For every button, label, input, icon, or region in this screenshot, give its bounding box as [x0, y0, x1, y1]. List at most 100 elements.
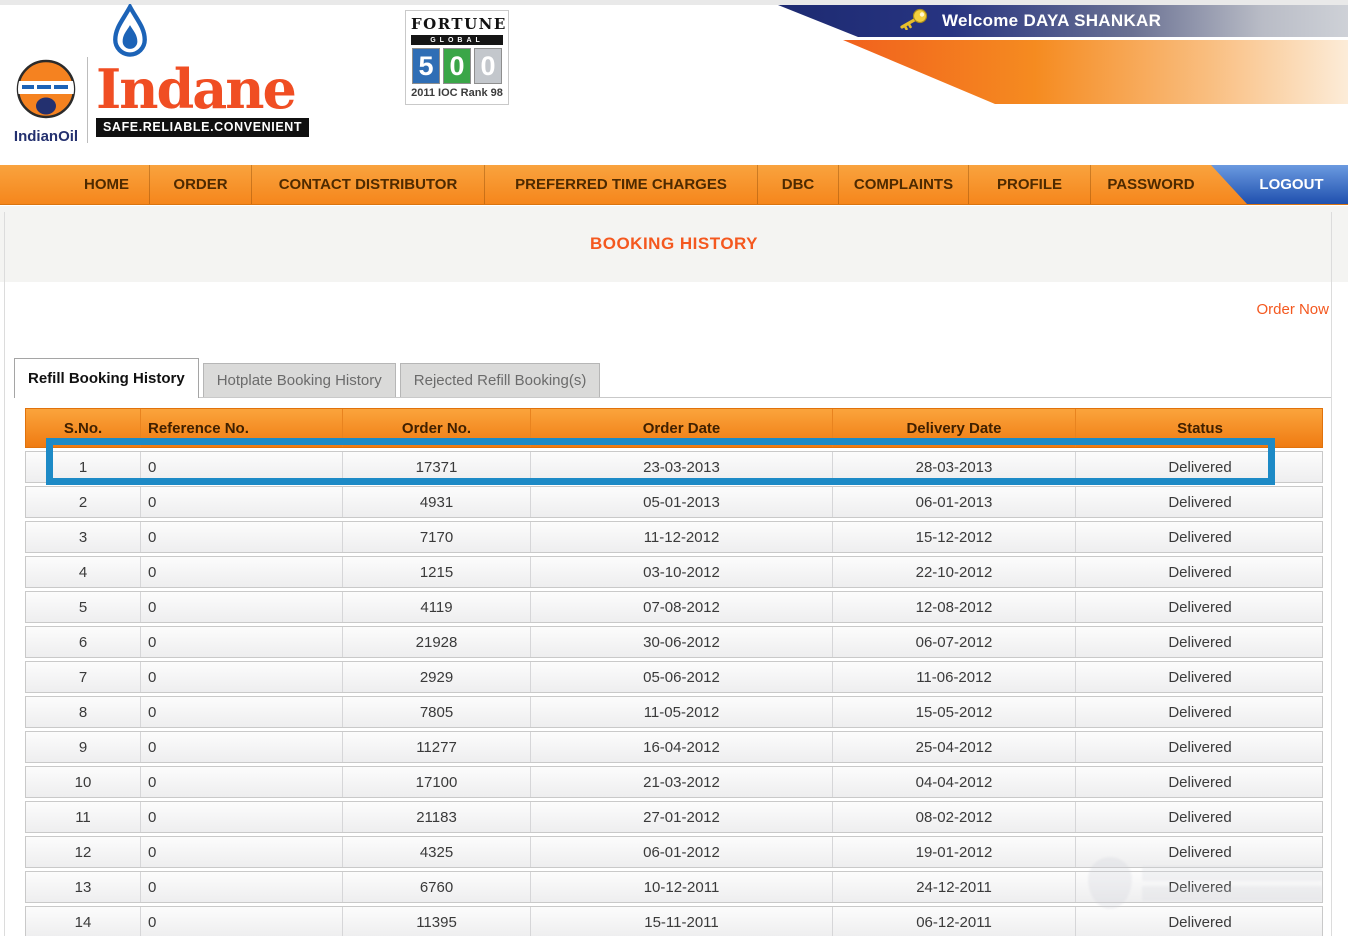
table-cell: 14	[26, 907, 141, 936]
fortune-title: FORTUNE	[411, 15, 503, 33]
table-cell: 0	[141, 767, 343, 797]
column-header: Delivery Date	[833, 409, 1076, 447]
nav-item-dbc[interactable]: DBC	[758, 165, 839, 204]
nav-item-profile[interactable]: PROFILE	[969, 165, 1091, 204]
title-band: BOOKING HISTORY	[0, 206, 1348, 282]
indane-wordmark: Indane	[96, 65, 309, 115]
nav-item-logout[interactable]: LOGOUT	[1211, 165, 1348, 204]
table-row: 901127716-04-201225-04-2012Delivered	[25, 731, 1323, 763]
table-cell: Delivered	[1076, 452, 1324, 482]
table-cell: 11-06-2012	[833, 662, 1076, 692]
table-cell: 0	[141, 627, 343, 657]
table-cell: 05-01-2013	[531, 487, 833, 517]
table-row: 602192830-06-201206-07-2012Delivered	[25, 626, 1323, 658]
table-cell: 03-10-2012	[531, 557, 833, 587]
fortune-digits: 5 0 0	[411, 48, 503, 84]
table-body: 101737123-03-201328-03-2013Delivered2049…	[25, 451, 1323, 936]
logo-divider	[87, 57, 88, 143]
table-cell: 21183	[343, 802, 531, 832]
table-row: 120432506-01-201219-01-2012Delivered	[25, 836, 1323, 868]
nav-item-contact-distributor[interactable]: CONTACT DISTRIBUTOR	[252, 165, 485, 204]
table-cell: 0	[141, 662, 343, 692]
table-cell: 1	[26, 452, 141, 482]
table-row: 30717011-12-201215-12-2012Delivered	[25, 521, 1323, 553]
table-cell: 0	[141, 802, 343, 832]
fortune-digit: 5	[412, 48, 440, 84]
column-header: Status	[1076, 409, 1324, 447]
table-cell: 06-07-2012	[833, 627, 1076, 657]
flame-icon	[104, 4, 309, 65]
table-row: 20493105-01-201306-01-2013Delivered	[25, 486, 1323, 518]
indianoil-label: IndianOil	[13, 128, 79, 145]
table-cell: 0	[141, 872, 343, 902]
table-cell: 3	[26, 522, 141, 552]
table-cell: 0	[141, 522, 343, 552]
table-cell: 08-02-2012	[833, 802, 1076, 832]
table-cell: 2	[26, 487, 141, 517]
table-cell: 30-06-2012	[531, 627, 833, 657]
table-cell: Delivered	[1076, 627, 1324, 657]
nav-item-order[interactable]: ORDER	[150, 165, 252, 204]
page: Welcome DAYA SHANKAR IndianOil Indane SA…	[0, 0, 1348, 936]
table-cell: 0	[141, 837, 343, 867]
table-cell: 1215	[343, 557, 531, 587]
table-cell: Delivered	[1076, 837, 1324, 867]
table-cell: 12-08-2012	[833, 592, 1076, 622]
tab-hotplate-booking-history[interactable]: Hotplate Booking History	[203, 363, 396, 397]
nav-item-password[interactable]: PASSWORD	[1091, 165, 1211, 204]
table-row: 40121503-10-201222-10-2012Delivered	[25, 556, 1323, 588]
indianoil-logo: IndianOil	[13, 57, 79, 145]
table-cell: 16-04-2012	[531, 732, 833, 762]
tab-refill-booking-history[interactable]: Refill Booking History	[14, 358, 199, 398]
column-header: Order Date	[531, 409, 833, 447]
table-cell: 0	[141, 557, 343, 587]
table-cell: 15-11-2011	[531, 907, 833, 936]
table-cell: Delivered	[1076, 662, 1324, 692]
table-cell: Delivered	[1076, 802, 1324, 832]
table-cell: 15-05-2012	[833, 697, 1076, 727]
table-cell: Delivered	[1076, 522, 1324, 552]
table-cell: 7170	[343, 522, 531, 552]
table-row: 130676010-12-201124-12-2011Delivered	[25, 871, 1323, 903]
table-cell: 8	[26, 697, 141, 727]
table-row: 101737123-03-201328-03-2013Delivered	[25, 451, 1323, 483]
table-cell: 07-08-2012	[531, 592, 833, 622]
order-now-link[interactable]: Order Now	[1256, 301, 1329, 318]
table-cell: 12	[26, 837, 141, 867]
booking-history-table: S.No.Reference No.Order No.Order DateDel…	[25, 408, 1323, 936]
table-cell: 11-05-2012	[531, 697, 833, 727]
table-cell: Delivered	[1076, 557, 1324, 587]
table-cell: 28-03-2013	[833, 452, 1076, 482]
table-cell: 11395	[343, 907, 531, 936]
table-cell: 6760	[343, 872, 531, 902]
welcome-text: Welcome DAYA SHANKAR	[942, 11, 1161, 31]
table-cell: 23-03-2013	[531, 452, 833, 482]
table-cell: 7	[26, 662, 141, 692]
table-row: 1102118327-01-201208-02-2012Delivered	[25, 801, 1323, 833]
table-cell: 21-03-2012	[531, 767, 833, 797]
table-cell: Delivered	[1076, 697, 1324, 727]
table-cell: 7805	[343, 697, 531, 727]
column-header: Reference No.	[141, 409, 343, 447]
table-cell: 4119	[343, 592, 531, 622]
table-cell: 06-12-2011	[833, 907, 1076, 936]
key-icon	[896, 8, 930, 35]
fortune-rank: 2011 IOC Rank 98	[411, 87, 503, 99]
orange-swoosh	[843, 40, 1348, 104]
table-cell: 19-01-2012	[833, 837, 1076, 867]
table-cell: Delivered	[1076, 767, 1324, 797]
indianoil-roundel-icon	[14, 57, 78, 121]
table-cell: 21928	[343, 627, 531, 657]
fortune-global-bar: GLOBAL	[411, 35, 503, 45]
table-cell: 24-12-2011	[833, 872, 1076, 902]
table-cell: 2929	[343, 662, 531, 692]
indane-tagline: SAFE.RELIABLE.CONVENIENT	[96, 118, 309, 137]
table-cell: 06-01-2013	[833, 487, 1076, 517]
table-cell: 0	[141, 592, 343, 622]
indane-logo: Indane SAFE.RELIABLE.CONVENIENT	[96, 4, 309, 137]
nav-item-complaints[interactable]: COMPLAINTS	[839, 165, 969, 204]
tab-rejected-refill-bookings[interactable]: Rejected Refill Booking(s)	[400, 363, 601, 397]
fortune-digit: 0	[474, 48, 502, 84]
nav-item-preferred-time-charges[interactable]: PREFERRED TIME CHARGES	[485, 165, 758, 204]
nav-item-home[interactable]: HOME	[0, 165, 150, 204]
